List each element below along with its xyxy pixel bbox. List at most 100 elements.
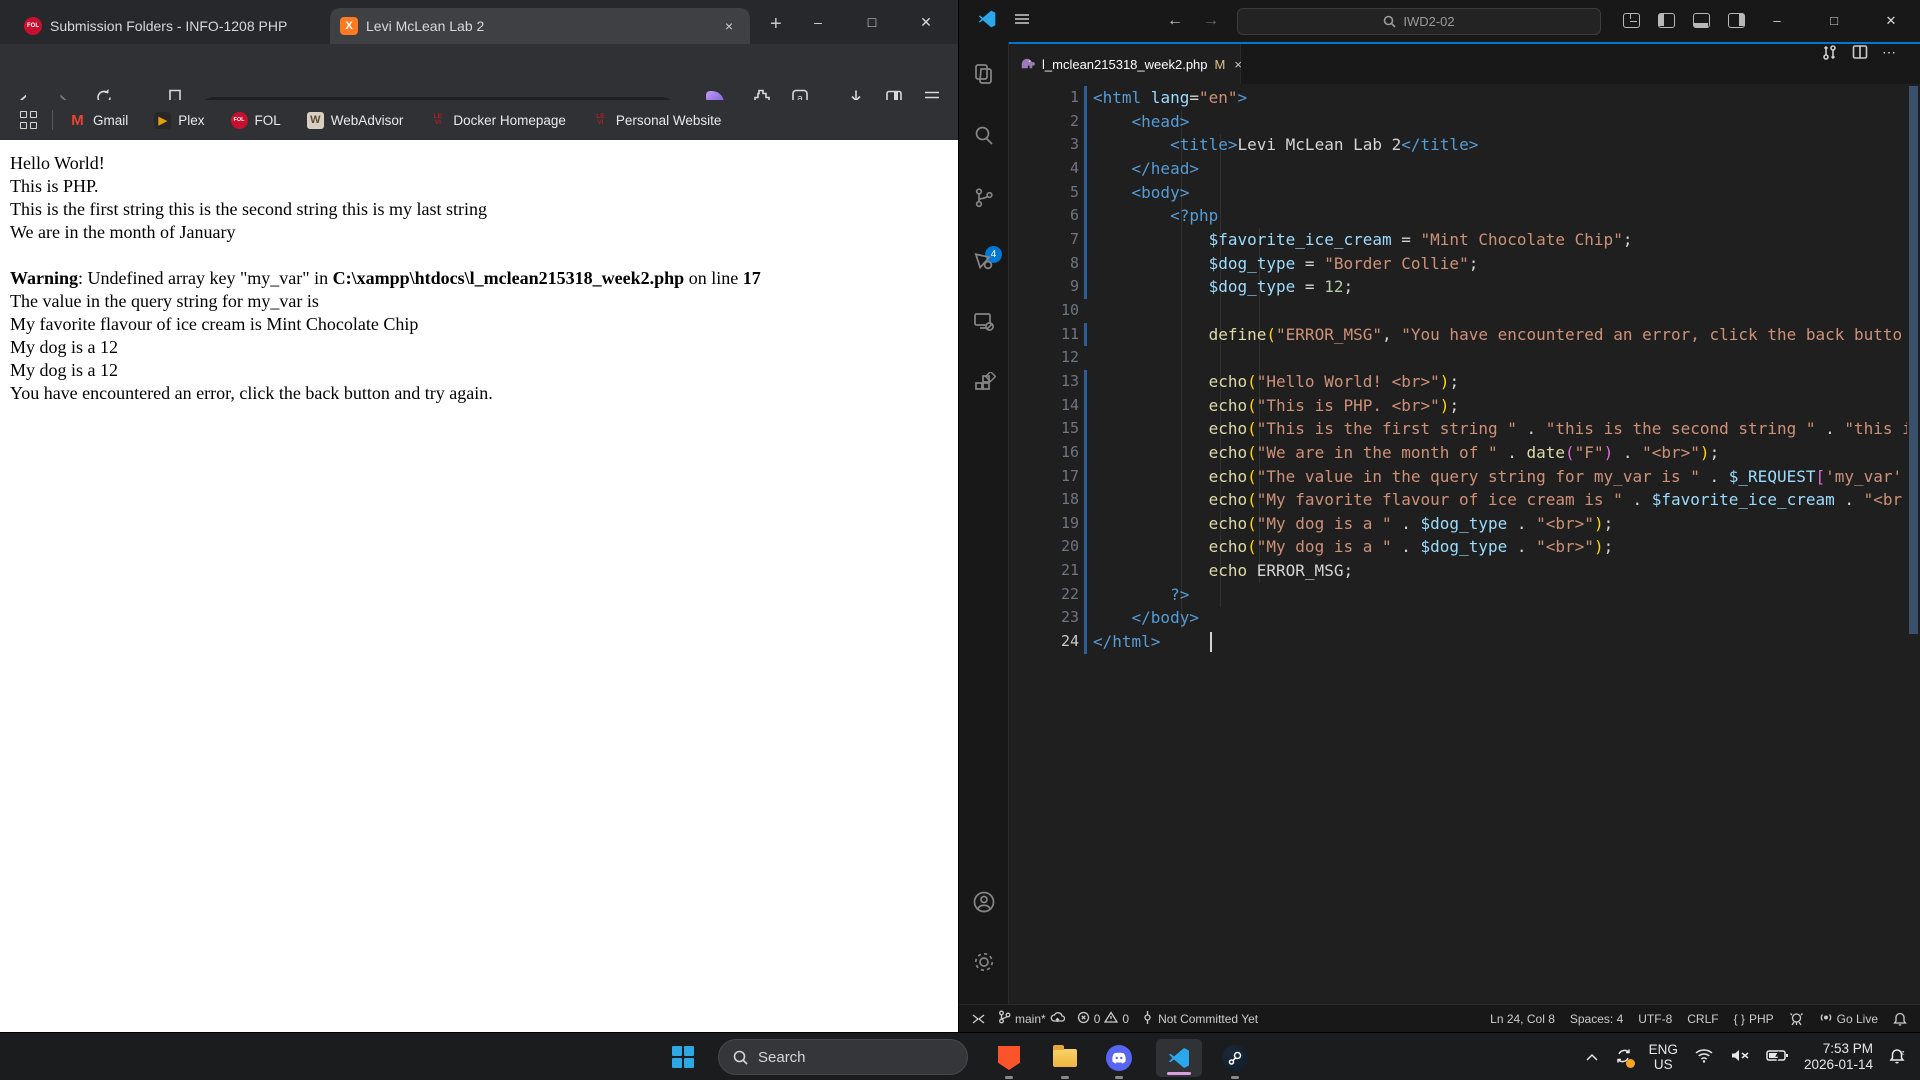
battery-icon[interactable] xyxy=(1766,1049,1788,1065)
vscode-close-button[interactable]: ✕ xyxy=(1881,11,1901,31)
language-mode-item[interactable]: { } PHP xyxy=(1734,1012,1774,1026)
wifi-icon[interactable] xyxy=(1694,1048,1714,1066)
code-line[interactable]: <title>Levi McLean Lab 2</title> xyxy=(1093,133,1907,157)
browser-tab-active[interactable]: X Levi McLean Lab 2 × xyxy=(330,8,750,44)
vscode-minimize-button[interactable]: – xyxy=(1767,11,1787,31)
editor-scrollbar[interactable] xyxy=(1907,84,1920,1004)
code-line[interactable] xyxy=(1093,299,1907,323)
cursor-position-item[interactable]: Ln 24, Col 8 xyxy=(1490,1012,1555,1026)
taskbar-steam-icon[interactable] xyxy=(1222,1045,1248,1071)
page-text-line: The value in the query string for my_var… xyxy=(10,290,958,313)
toggle-secondary-sidebar-icon[interactable] xyxy=(1728,13,1745,28)
git-modified-bar xyxy=(1084,346,1087,370)
bookmark-item[interactable]: FOLFOL xyxy=(231,112,281,129)
go-live-item[interactable]: Go Live xyxy=(1819,1011,1878,1027)
code-line[interactable]: $dog_type = "Border Collie"; xyxy=(1093,252,1907,276)
browser-tab-inactive[interactable]: FOL Submission Folders - INFO-1208 PHP xyxy=(14,8,314,44)
nav-forward-icon[interactable]: → xyxy=(1203,12,1219,30)
line-numbers: 123456789101112131415161718192021222324 xyxy=(1009,86,1079,654)
eol-item[interactable]: CRLF xyxy=(1687,1012,1718,1026)
code-line[interactable]: echo("My dog is a " . $dog_type . "<br>"… xyxy=(1093,512,1907,536)
apps-grid-icon[interactable] xyxy=(20,111,38,129)
bookmark-item[interactable]: LEVIPersonal Website xyxy=(592,112,722,129)
new-tab-button[interactable]: + xyxy=(770,14,782,34)
code-line[interactable]: ?> xyxy=(1093,583,1907,607)
volume-muted-icon[interactable] xyxy=(1730,1048,1750,1066)
tray-chevron-up-icon[interactable] xyxy=(1585,1050,1599,1065)
taskbar-discord-icon[interactable] xyxy=(1106,1045,1132,1071)
browser-minimize-button[interactable]: – xyxy=(808,12,828,32)
run-debug-icon[interactable] xyxy=(972,248,996,272)
vscode-maximize-button[interactable]: □ xyxy=(1824,11,1844,31)
bookmark-item[interactable]: MGmail xyxy=(69,112,128,129)
toggle-panel-icon[interactable] xyxy=(1693,13,1710,28)
clock[interactable]: 7:53 PM 2026-01-14 xyxy=(1804,1041,1873,1073)
taskbar-vscode-icon[interactable] xyxy=(1156,1039,1202,1077)
command-center-search[interactable]: IWD2-02 xyxy=(1237,8,1601,35)
scrollbar-thumb[interactable] xyxy=(1909,86,1918,634)
tab-close-icon[interactable]: × xyxy=(1234,57,1242,72)
remote-indicator-icon[interactable] xyxy=(971,1012,986,1026)
vscode-menu-icon[interactable] xyxy=(1013,10,1031,33)
notifications-bell-icon[interactable] xyxy=(1893,1012,1907,1026)
code-line[interactable]: echo("Hello World! <br>"); xyxy=(1093,370,1907,394)
remote-explorer-icon[interactable] xyxy=(972,310,996,334)
commit-status-item[interactable]: Not Committed Yet xyxy=(1141,1011,1258,1027)
notification-bell-dnd-icon[interactable]: z xyxy=(1889,1048,1906,1067)
start-button[interactable] xyxy=(672,1046,694,1068)
git-modified-bar xyxy=(1084,488,1087,512)
code-line[interactable]: <head> xyxy=(1093,110,1907,134)
bookmark-label: WebAdvisor xyxy=(331,113,404,128)
extensions-icon[interactable] xyxy=(972,372,996,396)
code-line[interactable]: echo("My favorite flavour of ice cream i… xyxy=(1093,488,1907,512)
code-line[interactable]: echo ERROR_MSG; xyxy=(1093,559,1907,583)
code-line[interactable]: <body> xyxy=(1093,181,1907,205)
line-number: 10 xyxy=(1009,299,1079,323)
code-line[interactable]: $dog_type = 12; xyxy=(1093,275,1907,299)
toggle-primary-sidebar-icon[interactable] xyxy=(1658,13,1675,28)
browser-maximize-button[interactable]: □ xyxy=(862,12,882,32)
code-line[interactable]: echo("My dog is a " . $dog_type . "<br>"… xyxy=(1093,535,1907,559)
tab-close-icon[interactable]: × xyxy=(718,15,740,37)
code-line[interactable]: </head> xyxy=(1093,157,1907,181)
code-line[interactable]: define("ERROR_MSG", "You have encountere… xyxy=(1093,323,1907,347)
code-line[interactable] xyxy=(1093,346,1907,370)
code-line[interactable]: </html> xyxy=(1093,630,1907,654)
code-line[interactable]: $favorite_ice_cream = "Mint Chocolate Ch… xyxy=(1093,228,1907,252)
taskbar-file-explorer-icon[interactable] xyxy=(1052,1045,1078,1071)
editor-more-actions-icon[interactable]: ⋯ xyxy=(1882,44,1896,84)
explorer-icon[interactable] xyxy=(972,62,996,86)
indentation-item[interactable]: Spaces: 4 xyxy=(1570,1012,1623,1026)
encoding-item[interactable]: UTF-8 xyxy=(1638,1012,1672,1026)
browser-close-button[interactable]: ✕ xyxy=(916,12,936,32)
code-line[interactable]: <?php xyxy=(1093,204,1907,228)
search-icon[interactable] xyxy=(972,124,996,148)
settings-gear-icon[interactable] xyxy=(972,950,996,974)
taskbar-search[interactable]: Search xyxy=(718,1039,968,1075)
extension-status-icon[interactable] xyxy=(1789,1012,1804,1026)
split-editor-icon[interactable] xyxy=(1852,44,1868,84)
code-line[interactable]: echo("We are in the month of " . date("F… xyxy=(1093,441,1907,465)
brave-window: FOL Submission Folders - INFO-1208 PHP X… xyxy=(0,0,958,1032)
code-line[interactable]: echo("The value in the query string for … xyxy=(1093,465,1907,489)
accounts-icon[interactable] xyxy=(972,890,996,914)
bookmark-item[interactable]: ▶Plex xyxy=(154,112,204,129)
code-line[interactable]: </body> xyxy=(1093,606,1907,630)
code-line[interactable]: echo("This is PHP. <br>"); xyxy=(1093,394,1907,418)
open-changes-icon[interactable] xyxy=(1821,44,1838,84)
sync-icon[interactable] xyxy=(1615,1048,1633,1067)
customize-layout-icon[interactable] xyxy=(1623,13,1640,28)
source-control-icon[interactable] xyxy=(972,186,996,210)
git-branch-item[interactable]: main* xyxy=(998,1010,1065,1027)
bookmark-item[interactable]: WWebAdvisor xyxy=(307,112,404,129)
code-line[interactable]: <html lang="en"> xyxy=(1093,86,1907,110)
language-indicator[interactable]: ENG US xyxy=(1649,1042,1678,1072)
problems-item[interactable]: 0 0 xyxy=(1077,1011,1129,1027)
editor-tab-active[interactable]: l_mclean215318_week2.php M × xyxy=(1009,44,1241,84)
code-editor[interactable]: 123456789101112131415161718192021222324 … xyxy=(1009,84,1907,1004)
code-line[interactable]: echo("This is the first string " . "this… xyxy=(1093,417,1907,441)
nav-back-icon[interactable]: ← xyxy=(1167,12,1183,30)
bookmark-item[interactable]: LEVIDocker Homepage xyxy=(429,112,566,129)
vscode-titlebar: ← → IWD2-02 – □ ✕ xyxy=(959,0,1920,42)
taskbar-brave-icon[interactable] xyxy=(996,1045,1022,1071)
